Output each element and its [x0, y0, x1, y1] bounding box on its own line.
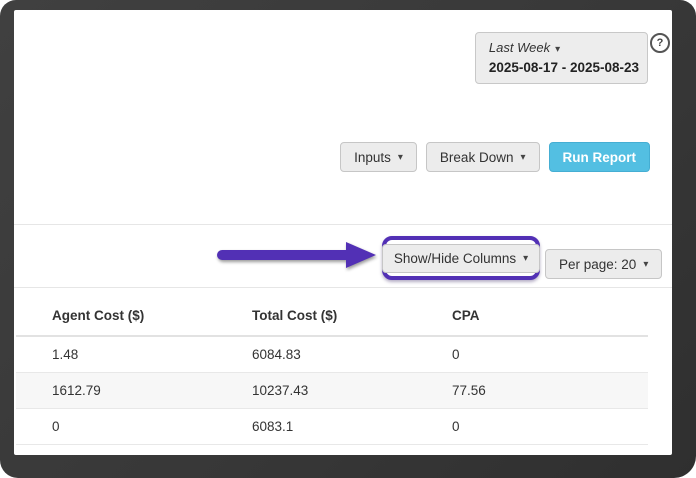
table-row: 0 6083.1 0 [16, 408, 648, 445]
table-row: 1612.79 10237.43 77.56 [16, 372, 648, 409]
run-report-label: Run Report [562, 149, 637, 165]
help-icon[interactable]: ? [650, 33, 670, 53]
cell-cpa: 0 [416, 336, 648, 373]
show-hide-columns-button[interactable]: Show/Hide Columns ▾ [381, 243, 541, 273]
inputs-label: Inputs [354, 149, 391, 165]
cell-agent-cost: 1.48 [16, 336, 216, 373]
cell-total-cost: 6083.1 [216, 408, 416, 445]
caret-down-icon: ▾ [523, 252, 529, 264]
caret-down-icon: ▾ [397, 151, 403, 163]
date-range-picker-button[interactable]: Last Week ▾ 2025-08-17 - 2025-08-23 [474, 32, 648, 85]
cell-agent-cost: 0 [16, 408, 216, 445]
table-row: 1.48 6084.83 0 [16, 336, 648, 373]
cell-total-cost: 10237.43 [216, 372, 416, 409]
caret-down-icon: ▾ [520, 151, 526, 163]
column-header-agent-cost: Agent Cost ($) [16, 287, 216, 337]
report-toolbar: Inputs ▾ Break Down ▾ Run Report [340, 142, 650, 172]
date-preset-row: Last Week ▾ [489, 37, 639, 59]
caret-down-icon: ▾ [555, 44, 561, 55]
cell-total-cost: 6084.83 [216, 336, 416, 373]
date-preset-label: Last Week [488, 40, 551, 55]
cell-cpa: 0 [416, 408, 648, 445]
show-hide-columns-label: Show/Hide Columns [393, 250, 517, 266]
report-panel: Last Week ▾ 2025-08-17 - 2025-08-23 ? Inp… [14, 10, 672, 455]
annotation-arrow-icon [217, 242, 376, 268]
per-page-dropdown-button[interactable]: Per page: 20 ▾ [545, 249, 663, 279]
section-divider [14, 224, 672, 225]
inputs-dropdown-button[interactable]: Inputs ▾ [340, 142, 417, 172]
cell-agent-cost: 1612.79 [16, 372, 216, 409]
report-table: Agent Cost ($) Total Cost ($) CPA 1.48 6… [16, 287, 648, 445]
break-down-dropdown-button[interactable]: Break Down ▾ [425, 142, 540, 172]
cell-cpa: 77.56 [416, 372, 648, 409]
date-range-value: 2025-08-17 - 2025-08-23 [488, 60, 639, 76]
per-page-label: Per page: 20 [559, 256, 637, 272]
caret-down-icon: ▾ [643, 258, 649, 270]
help-glyph: ? [656, 37, 664, 49]
annotation-highlight-box: Show/Hide Columns ▾ [381, 236, 541, 280]
table-header-row: Agent Cost ($) Total Cost ($) CPA [16, 287, 648, 337]
column-header-total-cost: Total Cost ($) [216, 287, 416, 337]
column-header-cpa: CPA [416, 287, 648, 337]
report-table-container: Agent Cost ($) Total Cost ($) CPA 1.48 6… [16, 287, 648, 445]
break-down-label: Break Down [439, 149, 514, 165]
run-report-button[interactable]: Run Report [548, 142, 650, 172]
